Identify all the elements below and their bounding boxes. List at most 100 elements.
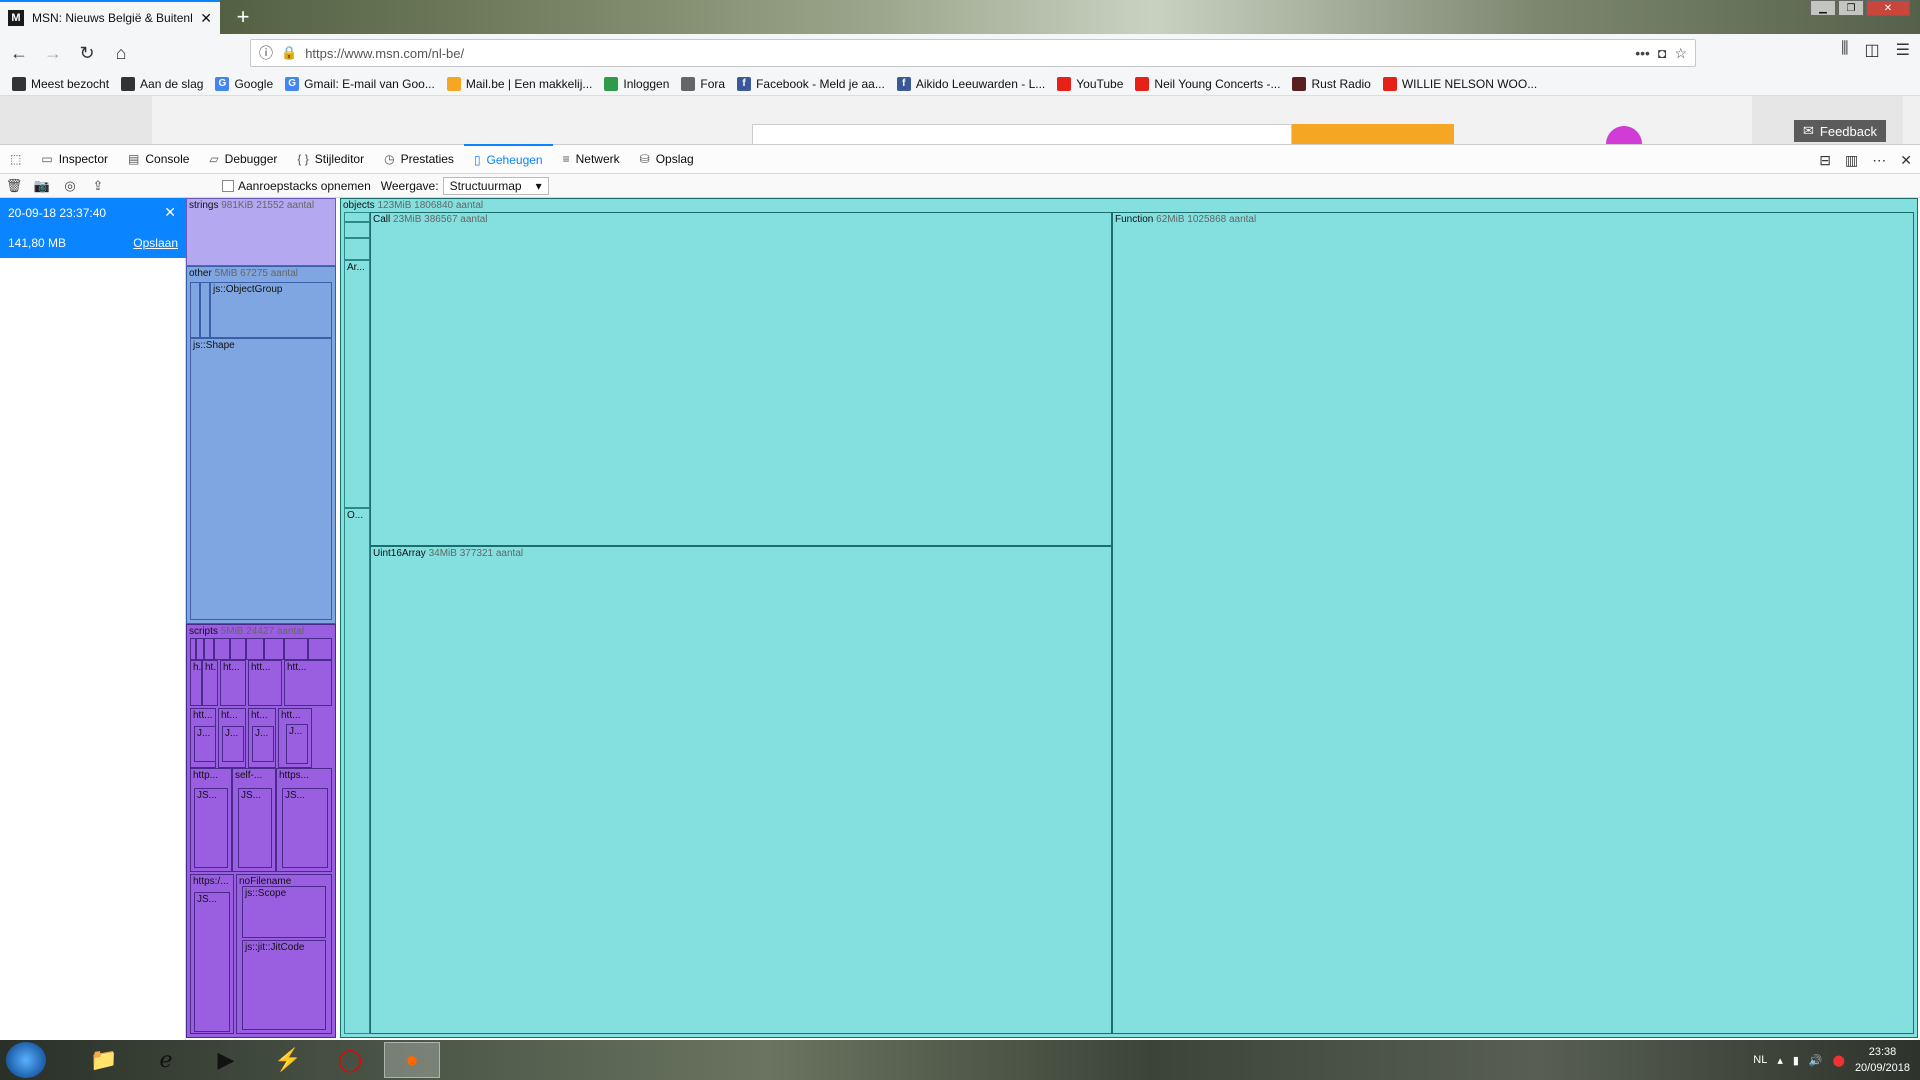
treemap-node-script[interactable]	[284, 638, 308, 660]
more-icon[interactable]: ⋯	[1872, 152, 1886, 169]
treemap-node-script[interactable]: JS...	[194, 892, 230, 1032]
tab-console[interactable]: ▤ Console	[118, 144, 199, 174]
view-select[interactable]: Structuurmap ▾	[442, 176, 549, 195]
bookmark-item[interactable]: WILLIE NELSON WOO...	[1382, 76, 1537, 91]
tab-inspector[interactable]: ▭ Inspector	[31, 144, 118, 174]
treemap-node[interactable]	[344, 212, 370, 222]
url-text[interactable]: https://www.msn.com/nl-be/	[305, 46, 1627, 61]
treemap-node-script[interactable]: ht...	[202, 660, 218, 706]
pocket-icon[interactable]: ◘	[1658, 45, 1666, 61]
feedback-button[interactable]: ✉ Feedback	[1794, 120, 1886, 142]
page-search-button[interactable]	[1292, 124, 1454, 144]
start-button[interactable]	[6, 1042, 46, 1078]
bookmark-item[interactable]: f Facebook - Meld je aa...	[737, 76, 885, 91]
bookmark-item[interactable]: Aan de slag	[121, 76, 203, 91]
close-devtools-icon[interactable]: ✕	[1900, 152, 1912, 169]
bookmark-item[interactable]: G Google	[215, 76, 273, 91]
treemap-node-script[interactable]	[214, 638, 230, 660]
bookmark-item[interactable]: Fora	[681, 76, 725, 91]
new-tab-button[interactable]: +	[230, 4, 256, 30]
app-icon[interactable]: ⚡	[260, 1042, 316, 1078]
treemap-node-script[interactable]	[246, 638, 264, 660]
treemap-node[interactable]	[344, 238, 370, 260]
url-bar[interactable]: ⓘ 🔒 https://www.msn.com/nl-be/ ••• ◘ ☆	[250, 39, 1696, 67]
firefox-icon[interactable]: ●	[384, 1042, 440, 1078]
internet-explorer-icon[interactable]: ℯ	[138, 1042, 194, 1078]
antivirus-icon[interactable]: ⬤	[1833, 1054, 1845, 1067]
tab-prestaties[interactable]: ◷ Prestaties	[374, 144, 464, 174]
avatar[interactable]	[1606, 126, 1642, 144]
treemap-node-script[interactable]	[264, 638, 284, 660]
treemap-node[interactable]	[190, 282, 200, 338]
treemap-node[interactable]	[344, 222, 370, 238]
explorer-icon[interactable]: 📁	[76, 1042, 132, 1078]
take-snapshot-icon[interactable]: 📷	[28, 178, 56, 194]
treemap-node-objectgroup[interactable]: js::ObjectGroup	[210, 282, 332, 338]
tab-debugger[interactable]: ▱ Debugger	[199, 144, 287, 174]
library-icon[interactable]: ⫼	[1841, 40, 1848, 60]
menu-icon[interactable]: ☰	[1896, 40, 1910, 60]
clock[interactable]: 23:38 20/09/2018	[1855, 1044, 1910, 1076]
element-picker-button[interactable]: ⬚	[0, 144, 31, 174]
treemap-node-function[interactable]: Function 62MiB 1025868 aantal	[1112, 212, 1914, 1034]
treemap-node-script[interactable]	[204, 638, 214, 660]
treemap-node-script[interactable]: h...	[190, 660, 202, 706]
media-player-icon[interactable]: ▶	[198, 1042, 254, 1078]
language-indicator[interactable]: NL	[1753, 1054, 1767, 1066]
reload-button[interactable]: ↻	[72, 38, 102, 68]
treemap-node-script[interactable]: J...	[222, 726, 244, 762]
treemap-node-script[interactable]: ht...	[220, 660, 246, 706]
treemap-node-strings[interactable]: strings 981KiB 21552 aantal	[186, 198, 336, 266]
treemap-node[interactable]	[200, 282, 210, 338]
close-tab-icon[interactable]: ✕	[200, 10, 212, 27]
tab-geheugen[interactable]: ▯ Geheugen	[463, 144, 553, 174]
bookmark-item[interactable]: Mail.be | Een makkelij...	[446, 76, 592, 91]
bookmark-star-icon[interactable]: ☆	[1674, 45, 1687, 62]
page-actions-icon[interactable]: •••	[1635, 45, 1650, 61]
snapshot-item[interactable]: 20-09-18 23:37:40 ✕ 141,80 MB Opslaan	[0, 198, 186, 258]
maximize-icon[interactable]: ❐	[1838, 0, 1864, 16]
treemap-node-call[interactable]: Call 23MiB 386567 aantal	[370, 212, 1112, 546]
treemap-node-scope[interactable]: js::Scope	[242, 886, 326, 938]
minimize-icon[interactable]: ▁	[1810, 0, 1836, 16]
treemap-node-object[interactable]: O...	[344, 508, 370, 1034]
delete-snapshot-icon[interactable]: ✕	[164, 204, 176, 221]
treemap-node-script[interactable]	[308, 638, 332, 660]
tray-expand-icon[interactable]: ▴	[1777, 1054, 1783, 1067]
bookmark-item[interactable]: f Aikido Leeuwarden - L...	[896, 76, 1045, 91]
treemap-node-script[interactable]	[230, 638, 246, 660]
tab-stijleditor[interactable]: { } Stijleditor	[287, 144, 374, 174]
bookmark-item[interactable]: Meest bezocht	[12, 76, 109, 91]
treemap-node-script[interactable]: J...	[252, 726, 274, 762]
treemap-node-script[interactable]: htt...	[284, 660, 332, 706]
close-window-icon[interactable]: ✕	[1866, 0, 1910, 16]
treemap-node-shape[interactable]: js::Shape	[190, 338, 332, 620]
treemap-node-script[interactable]: J...	[194, 726, 216, 762]
treemap-node-script[interactable]: JS...	[282, 788, 328, 868]
treemap-node-script[interactable]: JS...	[238, 788, 272, 868]
treemap-node-script[interactable]: J...	[286, 724, 308, 764]
browser-tab[interactable]: M MSN: Nieuws België & Buitenland ✕	[0, 0, 220, 34]
split-console-icon[interactable]: ▥	[1845, 152, 1858, 169]
network-icon[interactable]: ▮	[1793, 1054, 1799, 1067]
clear-snapshots-icon[interactable]: 🗑	[0, 178, 28, 194]
home-button[interactable]: ⌂	[106, 38, 136, 68]
treemap-node-uint16array[interactable]: Uint16Array 34MiB 377321 aantal	[370, 546, 1112, 1034]
forward-button[interactable]: →	[38, 38, 68, 68]
tab-opslag[interactable]: ⛁ Opslag	[630, 144, 704, 174]
bookmark-item[interactable]: Inloggen	[604, 76, 669, 91]
treemap-node-script[interactable]	[196, 638, 204, 660]
treemap-node-jitcode[interactable]: js::jit::JitCode	[242, 940, 326, 1030]
save-snapshot-link[interactable]: Opslaan	[133, 236, 178, 250]
sidebar-icon[interactable]: ◫	[1865, 40, 1880, 60]
tab-netwerk[interactable]: ≡ Netwerk	[553, 144, 630, 174]
bookmark-item[interactable]: YouTube	[1057, 76, 1123, 91]
import-snapshot-icon[interactable]: ⇪	[84, 178, 112, 194]
opera-icon[interactable]: ◯	[322, 1042, 378, 1078]
page-search-input[interactable]	[752, 124, 1292, 144]
checkbox-box[interactable]	[222, 179, 234, 192]
info-icon[interactable]: ⓘ	[259, 43, 273, 63]
bookmark-item[interactable]: Neil Young Concerts -...	[1135, 76, 1280, 91]
volume-icon[interactable]: 🔊	[1809, 1054, 1823, 1067]
bookmark-item[interactable]: Rust Radio	[1292, 76, 1371, 91]
